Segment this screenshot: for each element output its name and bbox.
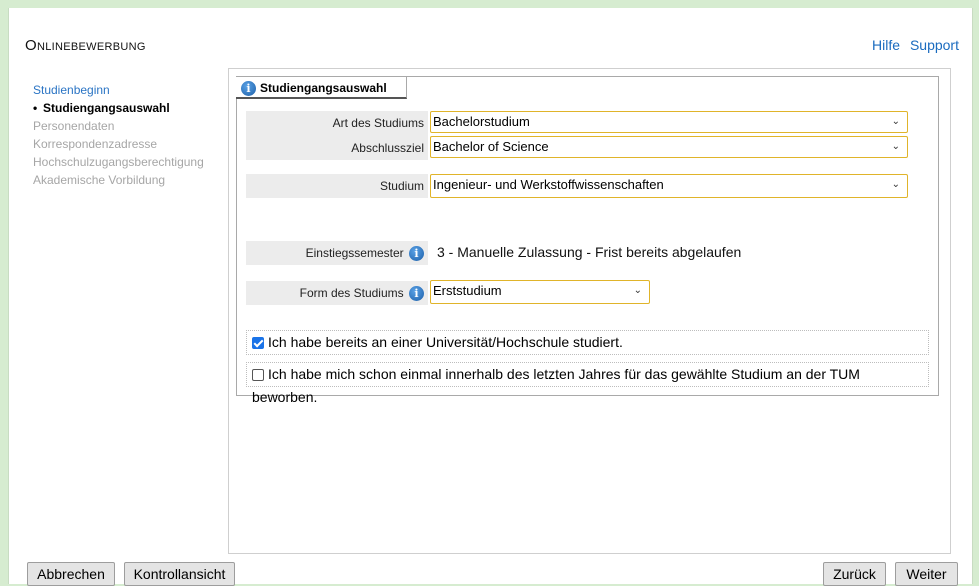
support-link[interactable]: Support (910, 37, 959, 53)
sidebar-item-label: Studiengangsauswahl (43, 101, 170, 115)
info-icon[interactable]: i (409, 246, 424, 262)
sidebar-item-akademische-vorbildung: Akademische Vorbildung (33, 173, 166, 187)
tab-studiengangsauswahl[interactable]: i Studiengangsauswahl (236, 77, 407, 99)
abschluss-label: Abschlussziel (351, 141, 424, 155)
semester-value: 3 - Manuelle Zulassung - Frist bereits a… (437, 244, 742, 260)
checkbox-row-applied-before[interactable]: Ich habe mich schon einmal innerhalb des… (246, 362, 929, 405)
sidebar-item-studienbeginn[interactable]: Studienbeginn (33, 81, 204, 99)
review-button[interactable]: Kontrollansicht (124, 562, 235, 586)
art-value: Bachelorstudium (433, 114, 530, 129)
form-label: Form des Studiums (299, 286, 404, 300)
info-icon: i (241, 81, 256, 97)
help-link[interactable]: Hilfe (872, 37, 900, 53)
info-icon[interactable]: i (409, 286, 424, 302)
chevron-down-icon: ⌄ (633, 285, 642, 296)
cancel-button[interactable]: Abbrechen (27, 562, 115, 586)
studium-value: Ingenieur- und Werkstoffwissenschaften (433, 177, 664, 192)
sidebar-item-personendaten: Personendaten (33, 119, 115, 133)
form-value: Erststudium (433, 283, 502, 298)
checkbox-label: Ich habe bereits an einer Universität/Ho… (268, 334, 623, 350)
back-button[interactable]: Zurück (823, 562, 886, 586)
semester-label: Einstiegssemester (305, 246, 404, 260)
art-select[interactable]: Bachelorstudium ⌄ (430, 111, 908, 133)
chevron-down-icon: ⌄ (891, 141, 900, 152)
tab-label: Studiengangsauswahl (260, 81, 387, 95)
chevron-down-icon: ⌄ (891, 179, 900, 190)
form-label-cell: Form des Studiums i (246, 281, 428, 305)
checkbox-applied-before[interactable] (252, 369, 264, 381)
sidebar-nav: Studienbeginn • Studiengangsauswahl Perso… (33, 81, 204, 189)
art-label: Art des Studiums (332, 116, 424, 130)
semester-label-cell: Einstiegssemester i (246, 241, 428, 265)
checkbox-studied-before[interactable] (252, 337, 264, 349)
header-links: Hilfe Support (866, 37, 959, 53)
sidebar-item-korrespondenzadresse: Korrespondenzadresse (33, 137, 158, 151)
abschluss-select[interactable]: Bachelor of Science ⌄ (430, 136, 908, 158)
form-select[interactable]: Erststudium ⌄ (430, 280, 650, 304)
checkbox-row-studied-before[interactable]: Ich habe bereits an einer Universität/Ho… (246, 330, 929, 355)
next-button[interactable]: Weiter (895, 562, 958, 586)
sidebar-item-hochschulzugangsberechtigung: Hochschulzugangsberechtigung (33, 155, 204, 169)
sidebar-item-studiengangsauswahl: • Studiengangsauswahl (33, 101, 170, 115)
studium-label: Studium (246, 174, 428, 198)
abschluss-value: Bachelor of Science (433, 139, 549, 154)
label-block-art: Art des Studiums Abschlussziel (246, 111, 428, 160)
page-title: Onlinebewerbung (25, 37, 146, 54)
studium-select[interactable]: Ingenieur- und Werkstoffwissenschaften ⌄ (430, 174, 908, 198)
chevron-down-icon: ⌄ (891, 116, 900, 127)
